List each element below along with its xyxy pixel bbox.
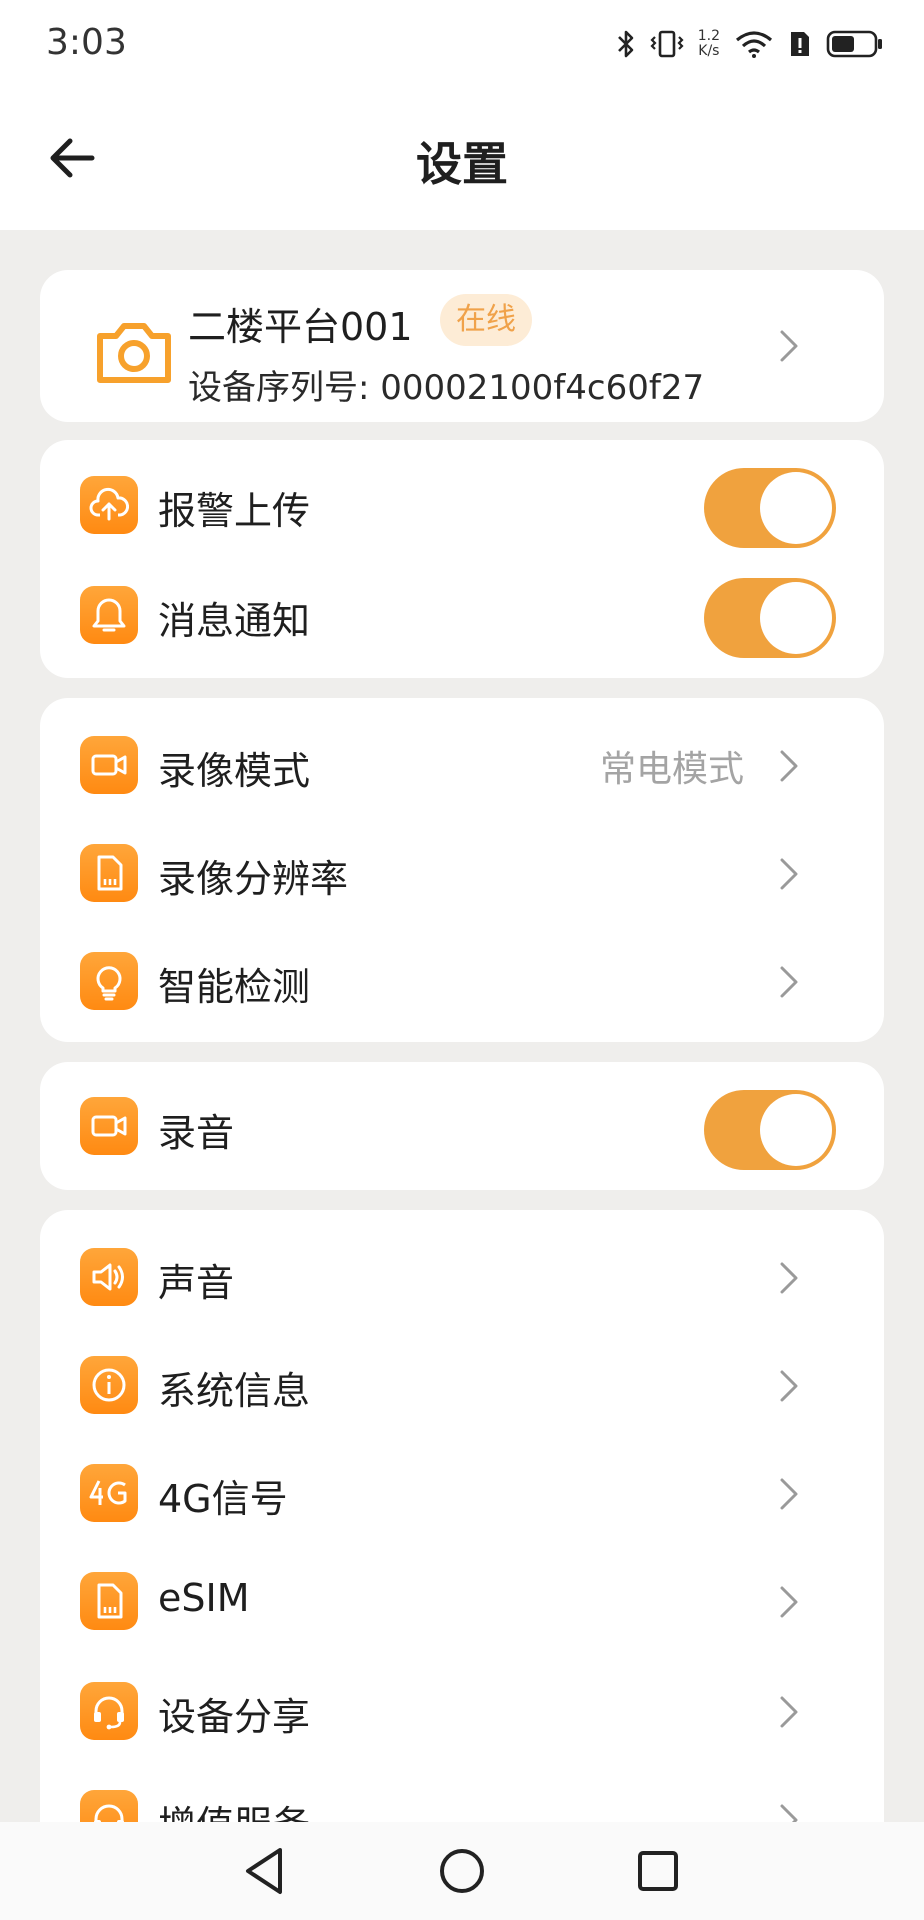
toggle-knob	[760, 1094, 832, 1166]
sd-card-icon	[80, 844, 138, 902]
lightbulb-icon	[80, 952, 138, 1010]
setting-label: 消息通知	[158, 599, 311, 643]
toggle-knob	[760, 582, 832, 654]
device-serial: 设备序列号: 00002100f4c60f27	[188, 368, 705, 408]
setting-row-audio-record: 录音	[40, 1062, 884, 1190]
page-title: 设置	[416, 137, 508, 191]
setting-label: 设备分享	[158, 1695, 311, 1739]
audio-record-card: 录音	[40, 1062, 884, 1190]
chevron-right-icon	[780, 1370, 798, 1402]
sim-card-icon	[80, 1572, 138, 1630]
nav-recents-icon[interactable]	[631, 1844, 685, 1898]
video-camera-icon	[80, 736, 138, 794]
battery-icon	[826, 30, 882, 58]
info-icon	[80, 1356, 138, 1414]
chevron-right-icon	[780, 330, 798, 362]
audio-record-toggle[interactable]	[704, 1090, 836, 1170]
wifi-icon	[735, 31, 773, 58]
device-card[interactable]: 二楼平台001 在线 设备序列号: 00002100f4c60f27	[40, 270, 884, 422]
setting-row-alarm-upload: 报警上传	[40, 440, 884, 566]
alerts-card: 报警上传 消息通知	[40, 440, 884, 678]
device-name: 二楼平台001	[188, 305, 413, 349]
alarm-upload-toggle[interactable]	[704, 468, 836, 548]
vibrate-icon	[650, 30, 684, 58]
chevron-right-icon	[780, 1478, 798, 1510]
setting-label: 智能检测	[158, 965, 311, 1009]
net-speed: 1.2 K/s	[698, 29, 720, 59]
chevron-right-icon	[780, 858, 798, 890]
setting-label: 报警上传	[158, 489, 311, 533]
system-nav-bar	[0, 1822, 924, 1920]
net-speed-unit: K/s	[698, 43, 720, 59]
setting-row-resolution[interactable]: 录像分辨率	[40, 808, 884, 916]
camera-icon	[97, 323, 171, 383]
speaker-icon	[80, 1248, 138, 1306]
setting-label: 声音	[158, 1261, 235, 1305]
setting-row-record-mode[interactable]: 录像模式 常电模式	[40, 698, 884, 820]
setting-row-sound[interactable]: 声音	[40, 1210, 884, 1320]
setting-row-device-share[interactable]: 设备分享	[40, 1644, 884, 1754]
headset-icon	[80, 1682, 138, 1740]
video-camera-icon	[80, 1097, 138, 1155]
bell-icon	[80, 586, 138, 644]
chevron-right-icon	[780, 1262, 798, 1294]
setting-label: 录像分辨率	[158, 857, 349, 901]
setting-row-notifications: 消息通知	[40, 552, 884, 678]
status-badge: 在线	[440, 294, 532, 346]
chevron-right-icon	[780, 1586, 798, 1618]
status-bar: 3:03 1.2 K/s	[0, 0, 924, 88]
setting-label: 录像模式	[158, 749, 311, 793]
sim-alert-icon	[791, 32, 809, 56]
setting-label: 4G信号	[158, 1477, 288, 1521]
setting-row-smart-detection[interactable]: 智能检测	[40, 916, 884, 1026]
chevron-right-icon	[780, 966, 798, 998]
cloud-upload-icon	[80, 476, 138, 534]
setting-label: 系统信息	[158, 1369, 311, 1413]
notifications-toggle[interactable]	[704, 578, 836, 658]
setting-row-4g-signal[interactable]: 4G信号	[40, 1426, 884, 1536]
status-icons: 1.2 K/s	[616, 22, 884, 66]
setting-label: eSIM	[158, 1576, 250, 1620]
net-speed-value: 1.2	[697, 28, 720, 44]
status-time: 3:03	[46, 22, 127, 63]
app-header: 设置	[0, 88, 924, 230]
chevron-right-icon	[780, 1696, 798, 1728]
recording-card: 录像模式 常电模式 录像分辨率 智能检测	[40, 698, 884, 1042]
toggle-knob	[760, 472, 832, 544]
4g-icon	[80, 1464, 138, 1522]
setting-label: 录音	[158, 1111, 235, 1155]
nav-back-icon[interactable]	[238, 1844, 292, 1898]
misc-card: 声音 系统信息 4G信号 eSIM 设备分享 增值服务	[40, 1210, 884, 1910]
nav-home-icon[interactable]	[435, 1844, 489, 1898]
chevron-right-icon	[780, 750, 798, 782]
setting-value: 常电模式	[599, 749, 744, 790]
setting-row-system-info[interactable]: 系统信息	[40, 1318, 884, 1428]
bluetooth-icon	[617, 30, 634, 58]
setting-row-esim[interactable]: eSIM	[40, 1536, 884, 1646]
